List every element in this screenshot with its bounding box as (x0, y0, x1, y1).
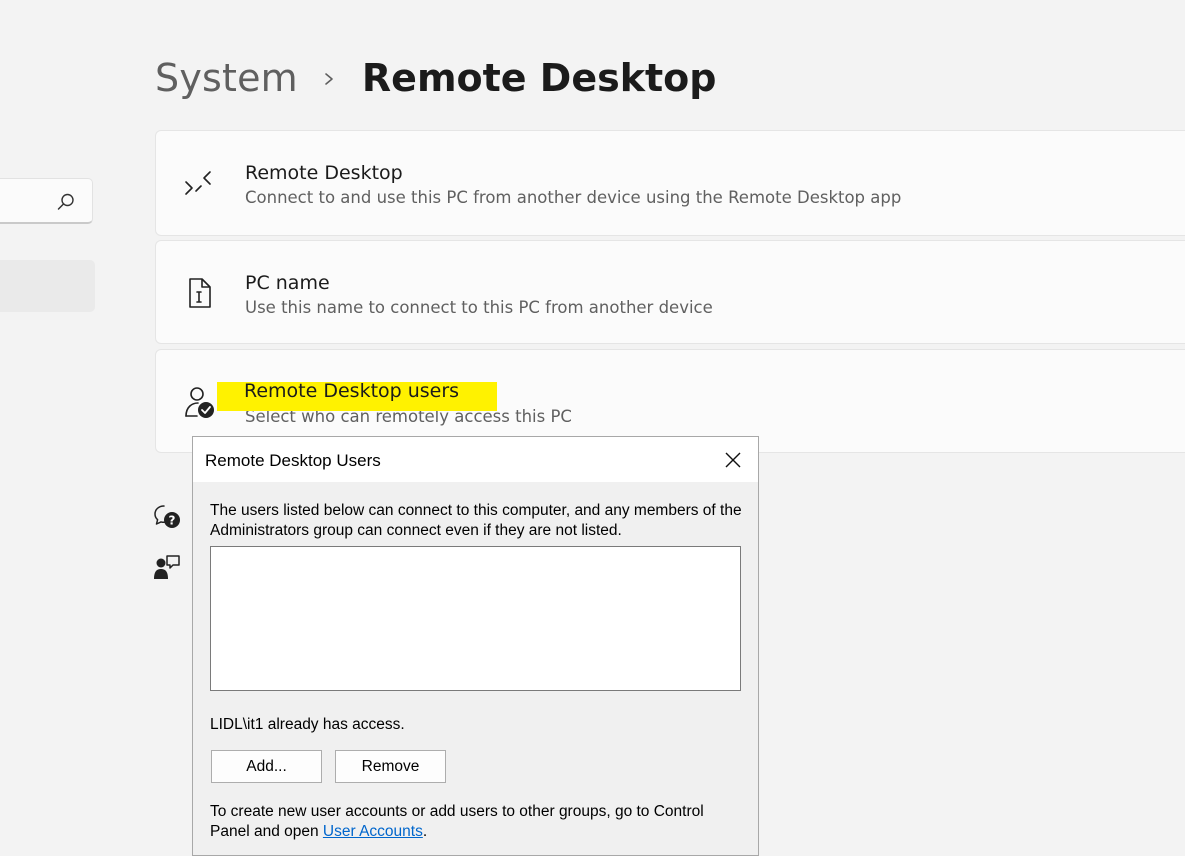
get-help-icon[interactable]: ? (153, 503, 181, 531)
svg-text:?: ? (169, 514, 176, 528)
footer-prefix: To create new user accounts or add users… (210, 803, 704, 840)
close-icon (725, 452, 741, 468)
search-icon[interactable] (56, 192, 76, 212)
card-title: PC name (245, 272, 330, 294)
remote-desktop-icon (184, 167, 216, 199)
remote-desktop-card[interactable]: Remote Desktop Connect to and use this P… (155, 130, 1185, 236)
breadcrumb-system[interactable]: System (155, 56, 298, 100)
pc-name-icon (184, 277, 216, 309)
feedback-icon[interactable] (153, 553, 181, 581)
dialog-title: Remote Desktop Users (205, 451, 381, 470)
dialog-intro-text: The users listed below can connect to th… (210, 502, 742, 539)
user-check-icon (184, 386, 216, 418)
user-list[interactable] (210, 546, 741, 691)
dialog-titlebar[interactable]: Remote Desktop Users (193, 437, 758, 482)
remote-desktop-users-dialog: Remote Desktop Users The users listed be… (192, 436, 759, 856)
page-title: Remote Desktop (361, 56, 717, 100)
footer-suffix: . (422, 823, 428, 840)
breadcrumb: System Remote Desktop (155, 50, 717, 106)
close-button[interactable] (716, 445, 750, 475)
user-accounts-link[interactable]: User Accounts (323, 823, 423, 840)
card-title: Remote Desktop users (244, 380, 460, 402)
card-subtitle: Connect to and use this PC from another … (245, 188, 902, 207)
access-status-text: LIDL\it1 already has access. (210, 716, 405, 733)
dialog-footer-text: To create new user accounts or add users… (210, 802, 745, 842)
sidebar-selected-item[interactable] (0, 260, 95, 312)
settings-search-box[interactable] (0, 178, 93, 224)
card-title: Remote Desktop (245, 162, 403, 184)
pc-name-card[interactable]: PC name Use this name to connect to this… (155, 240, 1185, 344)
chevron-right-icon (322, 71, 336, 85)
remove-button[interactable]: Remove (335, 750, 446, 783)
add-button[interactable]: Add... (211, 750, 322, 783)
card-subtitle: Use this name to connect to this PC from… (245, 298, 713, 317)
